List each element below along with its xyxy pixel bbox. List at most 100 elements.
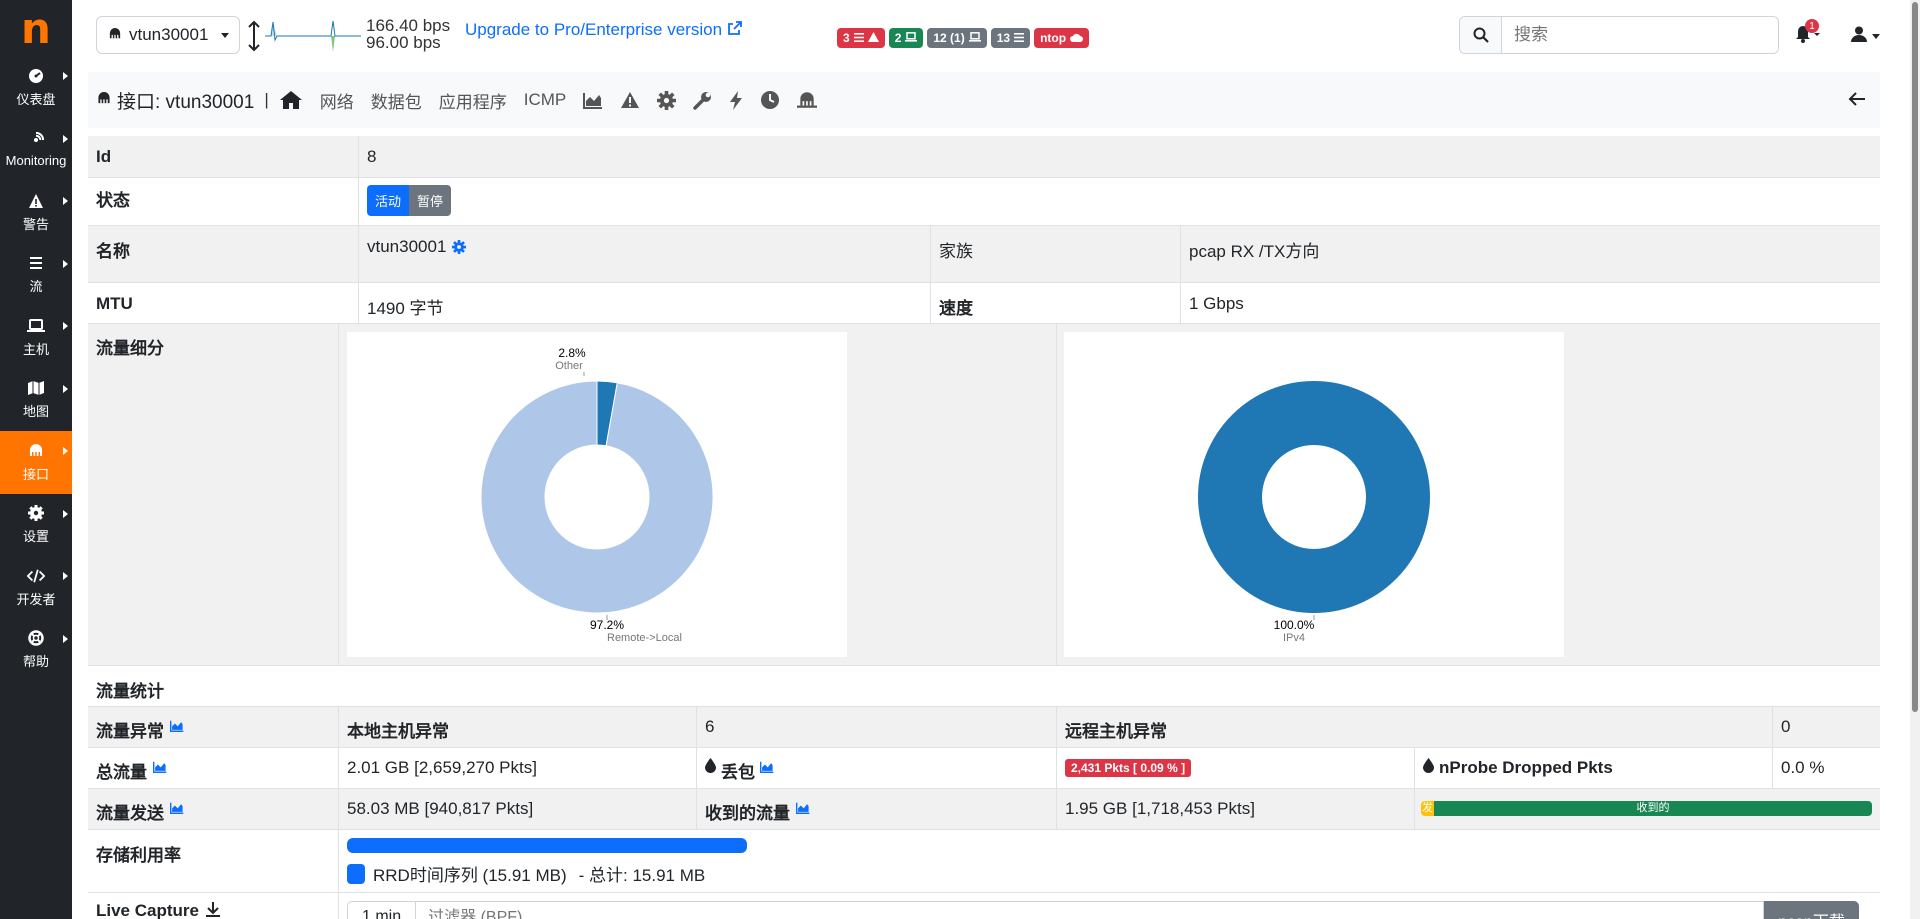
tab-packets[interactable]: 数据包 (371, 88, 422, 113)
sidebar-item-label: 帮助 (22, 654, 49, 670)
gear-icon[interactable] (452, 239, 467, 259)
tab-applications[interactable]: 应用程序 (439, 88, 507, 113)
chart-area-icon[interactable] (170, 799, 184, 819)
local-hosts-badge[interactable]: 2 (888, 28, 924, 48)
bpf-filter-input[interactable] (416, 901, 1765, 919)
sent-received-bar-cell: 发 收到的 (1414, 789, 1880, 829)
row-label-speed: 速度 (930, 283, 1180, 323)
donut-slice (480, 380, 714, 614)
duration-select[interactable]: 1 min (347, 901, 417, 919)
wrench-icon[interactable] (693, 91, 712, 110)
slice-name-label: IPv4 (1283, 632, 1305, 644)
sidebar-item-dashboard[interactable]: 仪表盘 (0, 56, 72, 119)
sidebar-item-interfaces[interactable]: 接口 (0, 431, 72, 494)
sidebar-item-monitoring[interactable]: Monitoring (0, 119, 72, 182)
interface-icon (107, 25, 123, 45)
row-label-received: 收到的流量 (696, 789, 1056, 829)
caret-right-icon (63, 197, 68, 205)
sent-received-bar: 发 收到的 (1421, 801, 1872, 816)
home-icon[interactable] (279, 90, 303, 110)
nprobe-drops-value: 0.0 % (1772, 748, 1880, 788)
remote-hosts-badge[interactable]: 12 (1) (927, 28, 987, 48)
updown-arrows-icon (247, 20, 261, 57)
gear-icon[interactable] (657, 90, 677, 110)
received-bar-segment: 收到的 (1434, 801, 1872, 816)
sidebar-item-settings[interactable]: 设置 (0, 494, 72, 557)
legend-swatch (347, 863, 365, 884)
interface-details-table: Id 8 状态 活动 暂停 名称 vtun30001 家族 pcap RX /T… (88, 136, 1880, 919)
interface-icon[interactable] (797, 92, 818, 108)
sidebar-item-alerts[interactable]: 警告 (0, 181, 72, 244)
external-link-icon (728, 20, 742, 40)
chart-area-icon[interactable] (760, 758, 774, 778)
status-toggle: 活动 暂停 (367, 185, 452, 216)
caret-right-icon (63, 134, 68, 143)
sent-label: 流量发送 (96, 804, 164, 823)
status-active-button[interactable]: 活动 (367, 185, 410, 216)
bolt-icon[interactable] (729, 90, 743, 110)
pcap-download-button[interactable]: pcap下载 (1764, 901, 1859, 919)
throughput-up: 166.40 bps (366, 16, 451, 35)
chart-area-icon[interactable] (583, 92, 603, 109)
slice-pct-label: 97.2% (590, 618, 624, 632)
code-icon (27, 567, 45, 585)
sidebar-item-developer[interactable]: 开发者 (0, 556, 72, 619)
search-icon[interactable] (1460, 17, 1502, 53)
drops-value-badge: 2,431 Pkts [ 0.09 % ] (1065, 759, 1192, 777)
scrollbar-thumb[interactable] (1912, 2, 1918, 712)
section-title-traffic-stats: 流量统计 (96, 682, 164, 701)
tab-networks[interactable]: 网络 (320, 88, 354, 113)
chart-area-icon[interactable] (153, 758, 167, 778)
caret-right-icon (63, 322, 68, 330)
search-box (1459, 16, 1779, 54)
row-value-id: 8 (358, 136, 1880, 177)
table-row: MTU 1490 字节 速度 1 Gbps (88, 283, 1880, 324)
user-menu[interactable] (1851, 26, 1880, 47)
status-paused-button[interactable]: 暂停 (409, 185, 452, 216)
storage-total: - 总计: 15.91 MB (578, 866, 706, 885)
laptop-icon (27, 317, 45, 335)
ntop-cloud-badge[interactable]: ntop (1034, 28, 1090, 48)
table-row: 流量异常 本地主机异常 6 远程主机异常 0 (88, 707, 1880, 748)
gear-icon (27, 504, 45, 522)
user-icon (1851, 26, 1867, 47)
chart-area-icon[interactable] (796, 799, 810, 819)
sidebar-item-label: 仪表盘 (16, 91, 56, 107)
caret-right-icon (63, 259, 68, 268)
interface-selector-value: vtun30001 (129, 25, 209, 44)
total-label: 总流量 (96, 763, 147, 782)
row-label-storage: 存储利用率 (96, 846, 181, 865)
search-input[interactable] (1502, 17, 1778, 53)
row-label-name: 名称 (96, 242, 130, 261)
back-arrow-icon[interactable] (1848, 91, 1866, 112)
sidebar-item-help[interactable]: 帮助 (0, 619, 72, 682)
row-label-status: 状态 (96, 191, 130, 210)
page-scrollbar[interactable] (1910, 0, 1920, 919)
flows-badge[interactable]: 13 (990, 28, 1031, 48)
caret-right-icon (63, 384, 68, 393)
alerts-badge[interactable]: 3 (837, 28, 885, 48)
drops-label: 丢包 (721, 763, 755, 782)
sidebar-item-maps[interactable]: 地图 (0, 369, 72, 432)
table-row: 流量统计 (88, 666, 1880, 707)
upgrade-link-text: Upgrade to Pro/Enterprise version (465, 20, 723, 39)
interface-selector[interactable]: vtun30001 (96, 16, 240, 54)
sidebar-item-flows[interactable]: 流 (0, 244, 72, 307)
ntopng-logo[interactable]: n (0, 0, 72, 56)
local-anomaly-value: 6 (696, 707, 1056, 747)
chart-area-icon[interactable] (170, 717, 184, 737)
nprobe-drops-label: nProbe Dropped Pkts (1439, 758, 1613, 777)
sidebar-item-label: 开发者 (16, 591, 56, 607)
cloud-icon (1070, 31, 1084, 45)
sidebar-item-hosts[interactable]: 主机 (0, 306, 72, 369)
remote-anomaly-label: 远程主机异常 (1056, 707, 1772, 747)
tab-icmp[interactable]: ICMP (524, 90, 567, 110)
total-value: 2.01 GB [2,659,270 Pkts] (338, 748, 696, 788)
table-row: 流量细分 2.8% Other 97.2% Remote->Local 100.… (88, 324, 1880, 666)
title-separator: | (264, 90, 269, 109)
upgrade-link[interactable]: Upgrade to Pro/Enterprise version (465, 20, 742, 40)
clock-icon[interactable] (760, 90, 780, 110)
map-icon (27, 379, 45, 397)
anomalies-label: 流量异常 (96, 722, 164, 741)
warning-icon[interactable] (620, 91, 640, 109)
